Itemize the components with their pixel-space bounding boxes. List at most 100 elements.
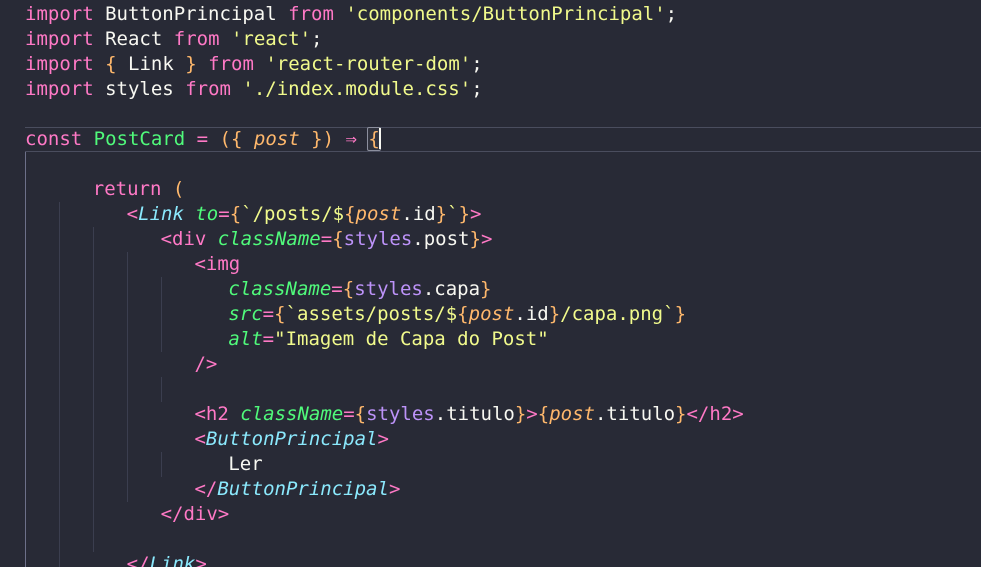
- token-component-tag: Link: [149, 553, 196, 567]
- code-line[interactable]: </ButtonPrincipal>: [0, 477, 981, 502]
- token-brace-close: }: [185, 53, 197, 75]
- token-paren-close: ): [322, 128, 335, 150]
- token-attribute: className: [240, 403, 344, 425]
- indent-guide: [59, 552, 93, 567]
- token-identifier: Link: [128, 53, 174, 75]
- code-line-blank[interactable]: [0, 102, 981, 127]
- indent-guide: [59, 527, 93, 552]
- token-tag-bracket: >: [480, 228, 493, 250]
- token-tag-bracket: <: [194, 253, 206, 275]
- token-tag-bracket: <: [194, 403, 206, 425]
- code-line[interactable]: alt="Imagem de Capa do Post": [0, 327, 981, 352]
- indent-guide: [127, 502, 161, 527]
- code-line[interactable]: import React from 'react';: [0, 27, 981, 52]
- code-line[interactable]: src={`assets/posts/${post.id}/capa.png`}: [0, 302, 981, 327]
- code-line[interactable]: import ButtonPrincipal from 'components/…: [0, 2, 981, 27]
- token-parameter: post: [468, 303, 515, 325]
- indent-guide: [93, 402, 127, 427]
- code-line[interactable]: import { Link } from 'react-router-dom';: [0, 52, 981, 77]
- indent-guide: [59, 327, 93, 352]
- indent-guide: [25, 302, 59, 327]
- token-html-tag: h2: [709, 403, 733, 425]
- indent-guide: [161, 352, 195, 377]
- token-paren-open: (: [172, 178, 185, 200]
- token-brace-close: }: [311, 128, 323, 150]
- token-string: 'components/ButtonPrincipal': [345, 3, 666, 25]
- code-line[interactable]: import styles from './index.module.css';: [0, 77, 981, 102]
- indent-guide: [127, 227, 161, 252]
- code-line[interactable]: </Link>: [0, 552, 981, 567]
- token-brace-open: {: [332, 228, 344, 250]
- token-semicolon: ;: [311, 28, 323, 50]
- code-line[interactable]: <Link to={`/posts/${post.id}`}>: [0, 202, 981, 227]
- token-semicolon: ;: [471, 53, 483, 75]
- token-brace-close: }: [480, 278, 492, 300]
- indent-guide: [93, 452, 127, 477]
- code-line[interactable]: Ler: [0, 452, 981, 477]
- token-expr-brace-close: }: [675, 403, 687, 425]
- code-line[interactable]: <div className={styles.post}>: [0, 227, 981, 252]
- code-line-blank[interactable]: [0, 527, 981, 552]
- token-template-string: `/posts/$: [241, 203, 345, 225]
- indent-guide: [25, 402, 59, 427]
- code-line[interactable]: return (: [0, 177, 981, 202]
- token-property: .id: [514, 303, 549, 325]
- indent-guide: [161, 402, 195, 427]
- token-identifier: React: [105, 28, 163, 50]
- indent-guide: [59, 452, 93, 477]
- code-line[interactable]: </div>: [0, 502, 981, 527]
- indent-guide: [25, 252, 59, 277]
- code-line[interactable]: <h2 className={styles.titulo}>{post.titu…: [0, 402, 981, 427]
- code-content[interactable]: import ButtonPrincipal from 'components/…: [0, 0, 981, 567]
- token-brace-open: {: [105, 53, 117, 75]
- indent-guide: [25, 377, 59, 402]
- token-attribute: className: [217, 228, 321, 250]
- indent-guide: [93, 527, 127, 552]
- indent-guide: [59, 352, 93, 377]
- code-line-blank[interactable]: [0, 377, 981, 402]
- indent-guide: [127, 352, 161, 377]
- code-line-active[interactable]: const PostCard = ({ post }) ⇒ {: [0, 127, 981, 152]
- code-editor[interactable]: import ButtonPrincipal from 'components/…: [0, 0, 981, 567]
- token-equals: =: [331, 278, 343, 300]
- token-jsx-text: Ler: [228, 453, 263, 475]
- indent-guide: [59, 477, 93, 502]
- indent-guide: [161, 327, 195, 352]
- token-equals: =: [262, 303, 275, 325]
- token-keyword-from: from: [185, 78, 231, 100]
- indent-guide: [161, 277, 195, 302]
- token-property: .titulo: [594, 403, 676, 425]
- token-keyword: import: [25, 53, 94, 75]
- indent-guide: [127, 377, 161, 402]
- indent-guide: [127, 327, 161, 352]
- code-line[interactable]: className={styles.capa}: [0, 277, 981, 302]
- token-paren-open: (: [219, 128, 231, 150]
- token-component-tag: ButtonPrincipal: [205, 428, 378, 450]
- code-line[interactable]: />: [0, 352, 981, 377]
- token-object: styles: [366, 403, 435, 425]
- indent-guide: [127, 402, 161, 427]
- token-brace-close: }: [469, 228, 481, 250]
- code-line-blank[interactable]: [0, 152, 981, 177]
- token-object: styles: [343, 228, 413, 250]
- token-identifier: styles: [105, 78, 174, 100]
- token-brace-open: {: [230, 128, 243, 150]
- token-property: .post: [412, 228, 470, 250]
- token-template-string: `assets/posts/$: [285, 303, 458, 325]
- indent-guide: [25, 277, 59, 302]
- token-template-string-end: `: [447, 203, 459, 225]
- token-template-string-end: /capa.png`: [560, 303, 675, 325]
- code-line[interactable]: <img: [0, 252, 981, 277]
- code-line[interactable]: <ButtonPrincipal>: [0, 427, 981, 452]
- token-component-name: PostCard: [93, 128, 186, 150]
- token-tag-bracket: <: [194, 428, 206, 450]
- token-expr-brace-close: }: [435, 203, 448, 225]
- token-expr-brace-open: {: [537, 403, 550, 425]
